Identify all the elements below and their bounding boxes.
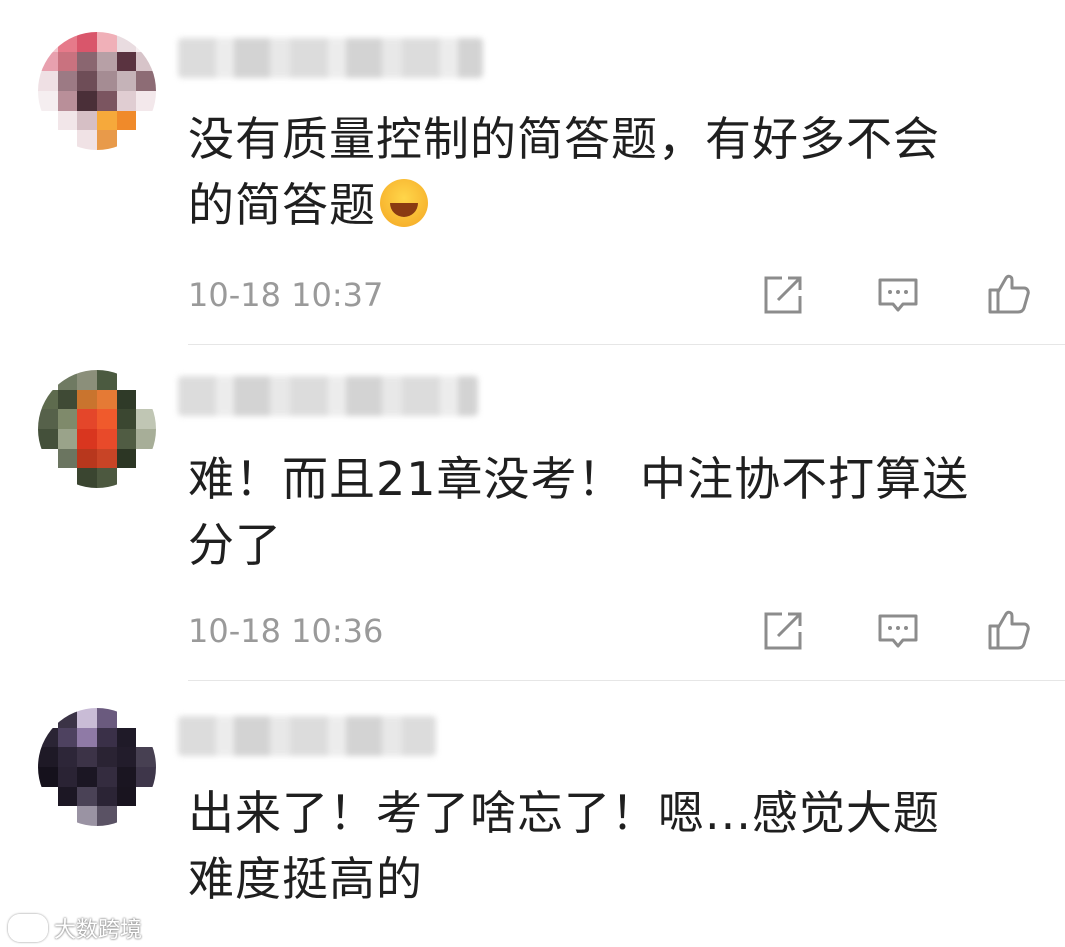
thumbs-up-icon [988, 274, 1030, 314]
divider [188, 680, 1065, 681]
username-blurred[interactable] [178, 716, 436, 756]
avatar[interactable] [38, 708, 156, 826]
share-icon [764, 276, 802, 314]
comment-icon [878, 614, 918, 648]
avatar[interactable] [38, 32, 156, 150]
comment-text-line2: 难度挺高的 [188, 852, 423, 906]
watermark: 大数跨境 [8, 912, 142, 944]
comment-timestamp: 10-18 10:36 [188, 612, 384, 650]
share-icon [764, 612, 802, 650]
share-button[interactable] [760, 608, 806, 654]
comment-text-line1: 没有质量控制的简答题，有好多不会 [188, 112, 940, 166]
laughing-crying-emoji-icon [380, 179, 428, 227]
like-button[interactable] [986, 270, 1032, 316]
watermark-logo-icon [8, 914, 48, 942]
comment-text-line2: 的简答题 [188, 178, 376, 232]
reply-button[interactable] [875, 272, 921, 318]
comment-text: 出来了！考了啥忘了！嗯...感觉大题 难度挺高的 [188, 780, 1048, 912]
reply-button[interactable] [875, 608, 921, 654]
watermark-text: 大数跨境 [54, 918, 143, 943]
divider [188, 344, 1065, 345]
thumbs-up-icon [988, 610, 1030, 650]
comment-text: 没有质量控制的简答题，有好多不会 的简答题 [188, 106, 1048, 238]
comment-text-line1: 出来了！考了啥忘了！嗯...感觉大题 [188, 786, 940, 840]
username-blurred[interactable] [178, 38, 483, 78]
username-blurred[interactable] [178, 376, 478, 416]
comment-text-line2: 分了 [188, 518, 282, 572]
comment-text: 难！而且21章没考！ 中注协不打算送 分了 [188, 446, 1048, 578]
comment-timestamp: 10-18 10:37 [188, 276, 384, 314]
comment-icon [878, 278, 918, 312]
share-button[interactable] [760, 272, 806, 318]
avatar[interactable] [38, 370, 156, 488]
comment-text-line1: 难！而且21章没考！ 中注协不打算送 [188, 452, 970, 506]
like-button[interactable] [986, 606, 1032, 652]
